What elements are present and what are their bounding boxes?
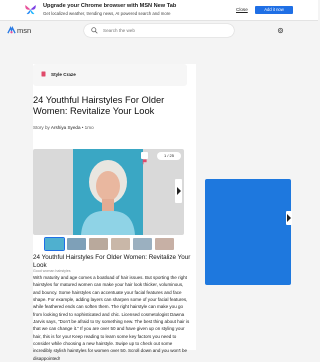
author-link[interactable]: Arshiya Syeda <box>51 125 81 130</box>
upgrade-banner: Upgrade your Chrome browser with MSN New… <box>0 0 318 21</box>
thumbnail[interactable] <box>133 238 152 250</box>
thumbnail[interactable] <box>155 238 174 250</box>
msn-logo-icon <box>7 26 16 34</box>
byline-prefix: Story by <box>33 125 50 130</box>
gallery-photo <box>73 149 143 235</box>
rail-next-button[interactable] <box>286 211 292 225</box>
publisher-bar[interactable]: Style Craze <box>33 64 187 86</box>
slide-title: 24 Youthful Hairstyles For Older Women: … <box>33 254 191 269</box>
thumbnail[interactable] <box>89 238 108 250</box>
thumbnail[interactable] <box>67 238 86 250</box>
banner-title: Upgrade your Chrome browser with MSN New… <box>43 3 177 9</box>
flag-button[interactable] <box>141 152 148 165</box>
chevron-right-icon <box>176 187 181 195</box>
chevron-right-icon <box>287 214 291 222</box>
image-gallery[interactable]: 1 / 25 <box>33 149 184 235</box>
article-age: • 1mo <box>81 125 94 130</box>
thumbnail[interactable] <box>111 238 130 250</box>
page-title: 24 Youthful Hairstyles For Older Women: … <box>33 95 165 116</box>
image-caption: Good woman hairstyles <box>33 269 71 273</box>
close-banner-link[interactable]: Close <box>236 7 248 12</box>
woman-portrait-image <box>73 149 143 235</box>
search-input[interactable]: Search the web <box>103 28 135 33</box>
gear-icon[interactable] <box>277 27 284 34</box>
brand-name: msn <box>17 26 32 35</box>
add-it-now-button[interactable]: Add it now <box>255 6 293 14</box>
msn-butterfly-icon <box>25 4 36 15</box>
search-box[interactable]: Search the web <box>84 24 234 37</box>
publisher-icon <box>41 71 46 77</box>
article-body: With maturity and age comes a boatload o… <box>33 275 190 361</box>
gallery-counter: 1 / 25 <box>157 152 181 160</box>
banner-subtitle: Get localized weather, trending news, AI… <box>43 11 171 16</box>
msn-logo[interactable]: msn <box>7 26 31 35</box>
thumbnail-strip <box>44 237 174 251</box>
thumbnail[interactable] <box>44 237 65 251</box>
byline: Story by Arshiya Syeda • 1mo <box>33 125 94 130</box>
flag-icon <box>142 159 147 165</box>
search-icon <box>91 27 98 34</box>
gallery-next-button[interactable] <box>175 179 182 203</box>
article-card: Style Craze 24 Youthful Hairstyles For O… <box>33 64 196 361</box>
advertisement-panel[interactable] <box>205 179 291 285</box>
publisher-name: Style Craze <box>51 72 76 77</box>
